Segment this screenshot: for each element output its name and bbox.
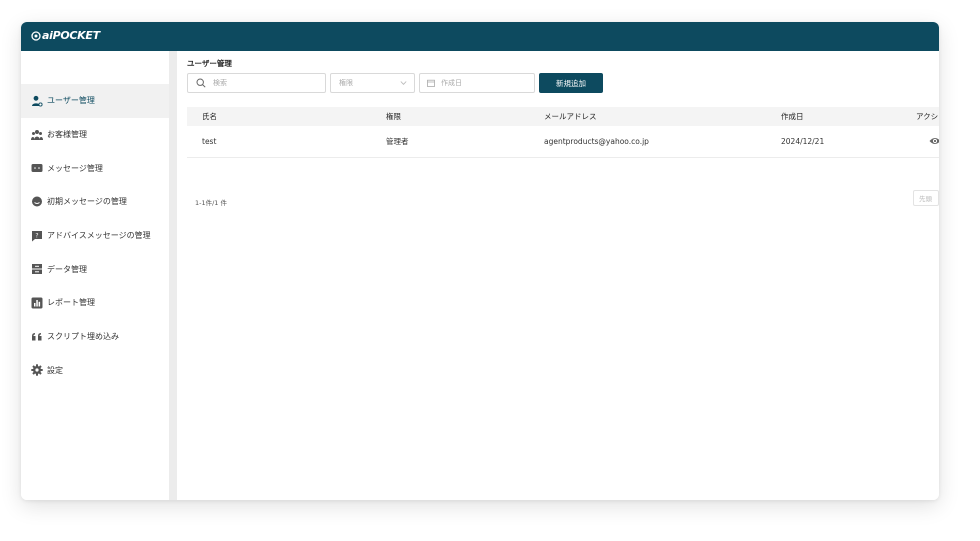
advice-icon: ? — [31, 230, 43, 242]
cell-name: test — [202, 137, 217, 146]
page-title: ユーザー管理 — [187, 59, 232, 68]
sidebar-item-data[interactable]: データ管理 — [21, 252, 169, 286]
sidebar-item-reports[interactable]: レポート管理 — [21, 286, 169, 320]
cell-role: 管理者 — [386, 137, 409, 146]
cell-email: agentproducts@yahoo.co.jp — [544, 137, 649, 146]
sidebar-item-script-embed[interactable]: スクリプト埋め込み — [21, 320, 169, 354]
role-select[interactable]: 権限 — [330, 73, 415, 93]
column-header-created[interactable]: 作成日 — [781, 107, 804, 126]
search-field[interactable] — [187, 73, 326, 93]
column-header-action: アクシ — [916, 112, 939, 121]
sidebar-item-settings[interactable]: 設定 — [21, 354, 169, 388]
sidebar-item-label: データ管理 — [47, 264, 87, 274]
customers-icon — [31, 129, 43, 141]
report-icon — [31, 297, 43, 309]
sidebar-item-initial-messages[interactable]: 初期メッセージの管理 — [21, 185, 169, 219]
sidebar-item-users[interactable]: ユーザー管理 — [21, 84, 169, 118]
top-bar: aiPOCKET — [21, 22, 939, 51]
sidebar-item-label: ユーザー管理 — [47, 96, 95, 106]
sidebar-item-label: お客様管理 — [47, 130, 87, 140]
role-select-placeholder: 権限 — [339, 79, 353, 87]
date-filter[interactable] — [419, 73, 535, 93]
gear-icon — [31, 364, 43, 377]
table-header: 氏名 権限 メールアドレス 作成日 アクシ — [187, 107, 939, 126]
sidebar-item-label: スクリプト埋め込み — [47, 332, 119, 342]
chevron-down-icon — [400, 81, 407, 85]
sidebar-item-customers[interactable]: お客様管理 — [21, 118, 169, 152]
sidebar-item-advice-messages[interactable]: ? アドバイスメッセージの管理 — [21, 219, 169, 253]
cell-created: 2024/12/21 — [781, 137, 825, 146]
pager-first-button[interactable]: 先頭 — [913, 190, 939, 206]
date-input[interactable] — [439, 78, 534, 88]
column-header-name[interactable]: 氏名 — [202, 107, 217, 126]
sidebar-item-label: 設定 — [47, 365, 63, 375]
message-icon — [31, 162, 43, 174]
add-new-button[interactable]: 新規追加 — [539, 73, 603, 93]
search-input[interactable] — [211, 78, 325, 88]
chat-bubble-icon — [31, 196, 43, 208]
quote-icon — [31, 331, 43, 343]
database-icon — [31, 263, 43, 275]
table-row[interactable]: test 管理者 agentproducts@yahoo.co.jp 2024/… — [187, 126, 939, 158]
column-header-role[interactable]: 権限 — [386, 107, 401, 126]
sidebar-item-label: 初期メッセージの管理 — [47, 197, 127, 207]
users-table: 氏名 権限 メールアドレス 作成日 アクシ test 管理者 agentprod… — [187, 107, 939, 158]
search-icon — [196, 78, 206, 88]
user-manage-icon — [31, 95, 43, 107]
main-content: ユーザー管理 権限 新規追加 氏名 権限 — [177, 51, 939, 500]
result-count: 1-1件/1 件 — [195, 199, 228, 207]
view-eye-icon[interactable] — [929, 136, 939, 146]
app-logo[interactable]: aiPOCKET — [31, 29, 100, 42]
sidebar-nav: ユーザー管理 お客様管理 メッセージ管理 初期メッセージの管理 ? アドバイスメ… — [21, 84, 169, 387]
sidebar-divider — [169, 51, 177, 500]
logo-text: aiPOCKET — [42, 29, 100, 42]
logo-icon — [31, 30, 41, 41]
sidebar-item-label: アドバイスメッセージの管理 — [47, 231, 151, 241]
calendar-icon — [427, 79, 435, 87]
svg-text:?: ? — [35, 232, 38, 239]
app-window: aiPOCKET ユーザー管理 お客様管理 メッセージ管理 初期メッセージの管理… — [21, 22, 939, 500]
sidebar-item-label: レポート管理 — [47, 298, 95, 308]
sidebar-item-label: メッセージ管理 — [47, 163, 103, 173]
sidebar-item-messages[interactable]: メッセージ管理 — [21, 151, 169, 185]
column-header-email[interactable]: メールアドレス — [544, 107, 597, 126]
